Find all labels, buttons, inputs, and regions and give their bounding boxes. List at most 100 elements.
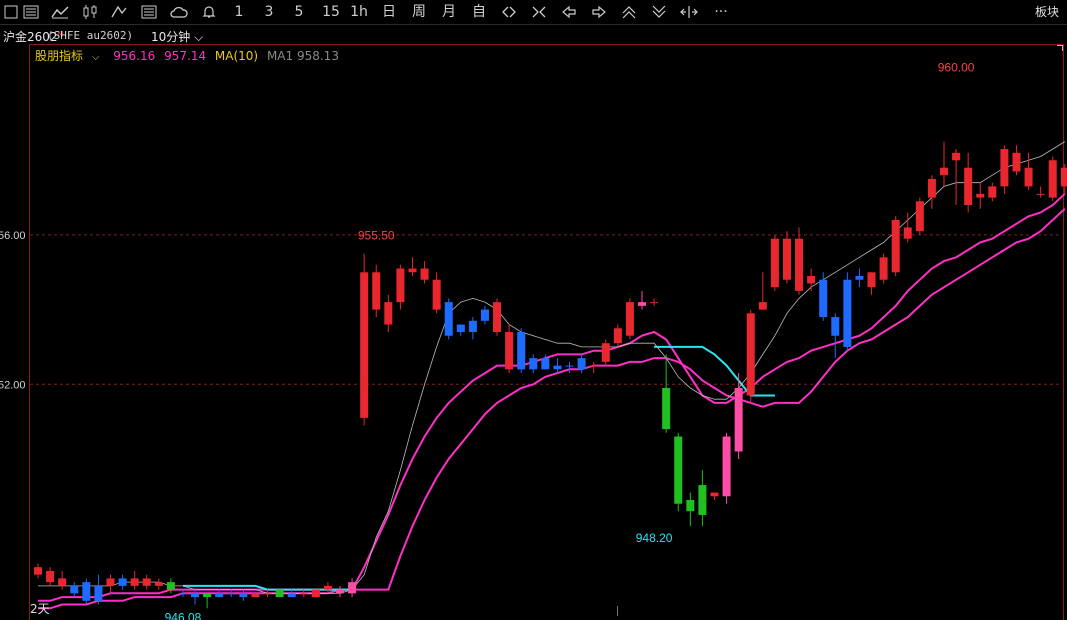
candle-body (710, 492, 719, 497)
candle-body (46, 570, 55, 583)
series-line-pink-slow (38, 208, 1066, 610)
candle-body (444, 302, 453, 336)
candle-body (674, 436, 683, 504)
candle-body (819, 279, 828, 318)
candle-body (348, 582, 357, 594)
candle-body (613, 328, 622, 344)
candle-body (1024, 167, 1033, 187)
candle-body (843, 279, 852, 347)
candle-body (758, 302, 767, 310)
candle-body (408, 268, 417, 273)
series-line-pink-fast (38, 193, 1066, 602)
candle-body (662, 388, 671, 430)
candle-body (323, 585, 332, 590)
candle-body (686, 500, 695, 512)
scroll-marker (617, 606, 618, 616)
candle-body (178, 593, 187, 595)
candle-body (263, 593, 272, 595)
candle-body (299, 593, 308, 595)
candle-body (396, 268, 405, 303)
candle-body (420, 268, 429, 280)
series-line-ma (38, 141, 1066, 594)
candle-body (698, 485, 707, 515)
candle-body (432, 279, 441, 310)
candle-body (456, 324, 465, 332)
candle-body (625, 302, 634, 336)
candle-body (565, 365, 574, 367)
candle-body (517, 332, 526, 370)
candle-body (82, 582, 91, 601)
candle-body (142, 578, 151, 586)
candle-body (372, 272, 381, 310)
candle-body (903, 227, 912, 239)
candle-body (782, 238, 791, 280)
candle-body (191, 593, 200, 598)
candle-body (855, 276, 864, 280)
y-tick-label: 52.00 (0, 379, 26, 391)
candle-body (940, 167, 948, 176)
candle-body (1048, 160, 1057, 198)
candle-body (106, 578, 115, 586)
y-tick-label: 56.00 (0, 230, 26, 242)
candle-body (275, 589, 284, 598)
candle-body (879, 257, 888, 280)
candle-body (770, 238, 779, 288)
candle-body (927, 178, 936, 198)
candle-body (130, 578, 139, 586)
candle-body (638, 302, 646, 306)
candle-body (831, 317, 840, 336)
indicator-selector[interactable]: 股朋指标 ⌵ (35, 49, 104, 63)
candle-body (964, 167, 973, 206)
candle-body (336, 589, 344, 594)
candle-body (360, 272, 369, 418)
candle-body (795, 238, 804, 291)
candle-body (384, 302, 393, 325)
candle-body (480, 309, 489, 321)
legend-ma1: MA1 958.13 (266, 49, 339, 63)
candle-body (867, 272, 876, 288)
candle-body (311, 589, 320, 598)
candle-body (952, 152, 961, 161)
candle-body (988, 186, 997, 198)
series-line-cyan (183, 345, 775, 591)
price-annotation: 960.00 (938, 61, 975, 75)
candle-body (807, 276, 816, 284)
candle-body (251, 593, 260, 598)
candle-body (601, 343, 610, 362)
candle-body (976, 193, 985, 198)
candle-body (287, 593, 296, 598)
candle-body (203, 593, 212, 598)
chevron-down-icon: ⌵ (91, 52, 100, 63)
legend-ma-label: MA(10) (214, 49, 259, 63)
candle-body (94, 585, 103, 601)
candle-body (215, 593, 224, 598)
candle-body (734, 388, 743, 452)
price-annotation: 946.08 (165, 610, 202, 620)
legend-value-1: 956.16 (113, 49, 156, 63)
candle-body (1012, 152, 1021, 172)
candle-body (166, 582, 175, 590)
candle-body (1036, 193, 1045, 195)
candle-body (227, 593, 236, 595)
candle-body (505, 332, 514, 370)
candle-body (891, 220, 900, 273)
candle-body (34, 567, 42, 575)
candlestick-chart[interactable]: 56.00 52.00 955.50 960.00 948.20 946.08 (0, 0, 1067, 620)
candle-body (529, 358, 538, 370)
indicator-legend: 股朋指标 ⌵ 956.16 957.14 MA(10) MA1 958.13 (35, 47, 344, 64)
candle-body (58, 578, 67, 586)
legend-value-2: 957.14 (164, 49, 207, 63)
candle-body (589, 365, 598, 367)
period-corner-label: 2天 (30, 602, 50, 616)
candle-body (154, 582, 163, 586)
candle-body (577, 358, 586, 370)
candle-body (553, 365, 562, 370)
candle-body (541, 358, 550, 370)
indicator-name: 股朋指标 (35, 49, 84, 63)
candle-body (1060, 167, 1067, 187)
price-annotation: 955.50 (358, 229, 395, 243)
candle-body (493, 302, 502, 332)
candle-body (746, 313, 755, 396)
candle-body (118, 578, 127, 586)
candle-body (650, 302, 659, 304)
